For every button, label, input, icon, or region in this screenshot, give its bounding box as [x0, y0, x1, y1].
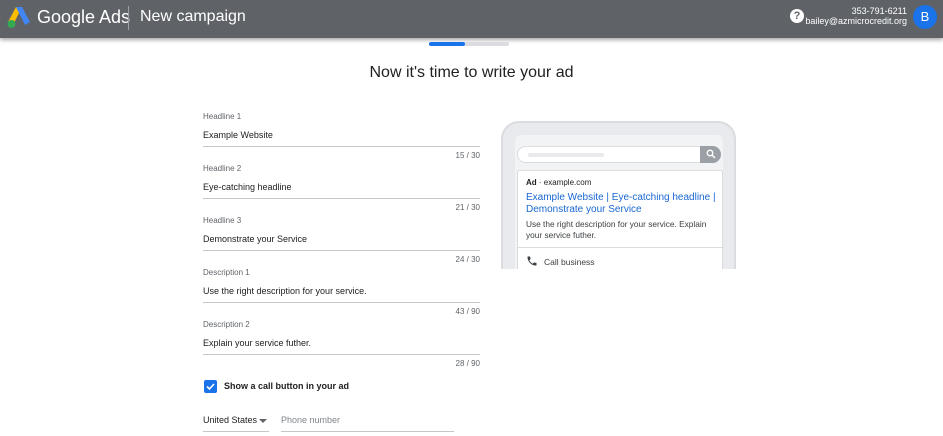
country-select[interactable]: United States — [203, 415, 269, 432]
description-1-input[interactable]: Use the right description for your servi… — [203, 285, 480, 297]
field-underline — [203, 354, 480, 355]
char-counter: 28 / 90 — [455, 359, 480, 368]
top-bar: Google Ads New campaign ? 353-791-6211 b… — [0, 0, 943, 38]
field-label: Headline 1 — [203, 112, 242, 121]
field-underline — [203, 250, 480, 251]
brand-name: Google Ads — [37, 7, 131, 27]
ad-badge: Ad — [526, 178, 537, 187]
page-title: New campaign — [140, 8, 246, 25]
ad-preview-phone: Ad · example.com Example Website | Eye-c… — [501, 121, 736, 269]
progress-track — [429, 42, 509, 46]
avatar[interactable]: B — [913, 5, 937, 29]
headline-2-input[interactable]: Eye-catching headline — [203, 181, 480, 193]
headline-3-field[interactable]: Headline 3 Demonstrate your Service 24 /… — [203, 216, 480, 265]
dropdown-arrow-icon — [259, 419, 267, 423]
ad-preview-screen: Ad · example.com Example Website | Eye-c… — [515, 135, 724, 269]
ad-preview-card: Ad · example.com Example Website | Eye-c… — [517, 170, 724, 269]
ad-preview-title: Example Website | Eye-catching headline … — [526, 192, 716, 215]
phone-icon — [527, 256, 537, 266]
char-counter: 43 / 90 — [455, 307, 480, 316]
field-label: Description 2 — [203, 320, 250, 329]
ad-url-line: Ad · example.com — [526, 178, 592, 187]
field-label: Description 1 — [203, 268, 250, 277]
call-business-label: Call business — [544, 257, 595, 267]
preview-search-button — [700, 146, 721, 163]
ad-domain: example.com — [543, 178, 592, 187]
description-2-input[interactable]: Explain your service futher. — [203, 337, 480, 349]
progress-fill — [429, 42, 465, 46]
headline-3-input[interactable]: Demonstrate your Service — [203, 233, 480, 245]
phone-number-input[interactable]: Phone number — [281, 415, 454, 432]
char-counter: 24 / 30 — [455, 255, 480, 264]
header-divider — [128, 6, 129, 30]
ad-preview-call: Call business — [526, 255, 716, 269]
char-counter: 21 / 30 — [455, 203, 480, 212]
field-underline — [281, 431, 454, 432]
field-label: Headline 3 — [203, 216, 242, 225]
headline-1-field[interactable]: Headline 1 Example Website 15 / 30 — [203, 112, 480, 161]
field-underline — [203, 302, 480, 303]
account-email: bailey@azmicrocredit.org — [805, 16, 907, 26]
phone-placeholder: Phone number — [281, 415, 341, 425]
country-value: United States — [203, 415, 258, 425]
field-underline — [203, 146, 480, 147]
account-phone: 353-791-6211 — [851, 6, 907, 16]
description-2-field[interactable]: Description 2 Explain your service futhe… — [203, 320, 480, 369]
preview-search-placeholder — [528, 153, 604, 157]
field-underline — [203, 431, 269, 432]
char-counter: 15 / 30 — [455, 151, 480, 160]
page-heading: Now it's time to write your ad — [369, 64, 574, 81]
call-button-checkbox[interactable] — [204, 380, 217, 393]
field-label: Headline 2 — [203, 164, 242, 173]
preview-search-bar — [517, 146, 721, 163]
call-button-label: Show a call button in your ad — [224, 381, 350, 391]
checkmark-icon — [206, 383, 215, 391]
headline-1-input[interactable]: Example Website — [203, 129, 480, 141]
ad-preview-description: Use the right description for your servi… — [526, 219, 707, 240]
google-ads-logo-icon[interactable] — [7, 7, 31, 29]
ad-preview-divider — [518, 247, 724, 248]
account-info[interactable]: 353-791-6211 bailey@azmicrocredit.org — [805, 6, 907, 26]
headline-2-field[interactable]: Headline 2 Eye-catching headline 21 / 30 — [203, 164, 480, 213]
field-underline — [203, 198, 480, 199]
help-icon[interactable]: ? — [790, 9, 804, 23]
description-1-field[interactable]: Description 1 Use the right description … — [203, 268, 480, 317]
search-icon — [706, 149, 716, 159]
